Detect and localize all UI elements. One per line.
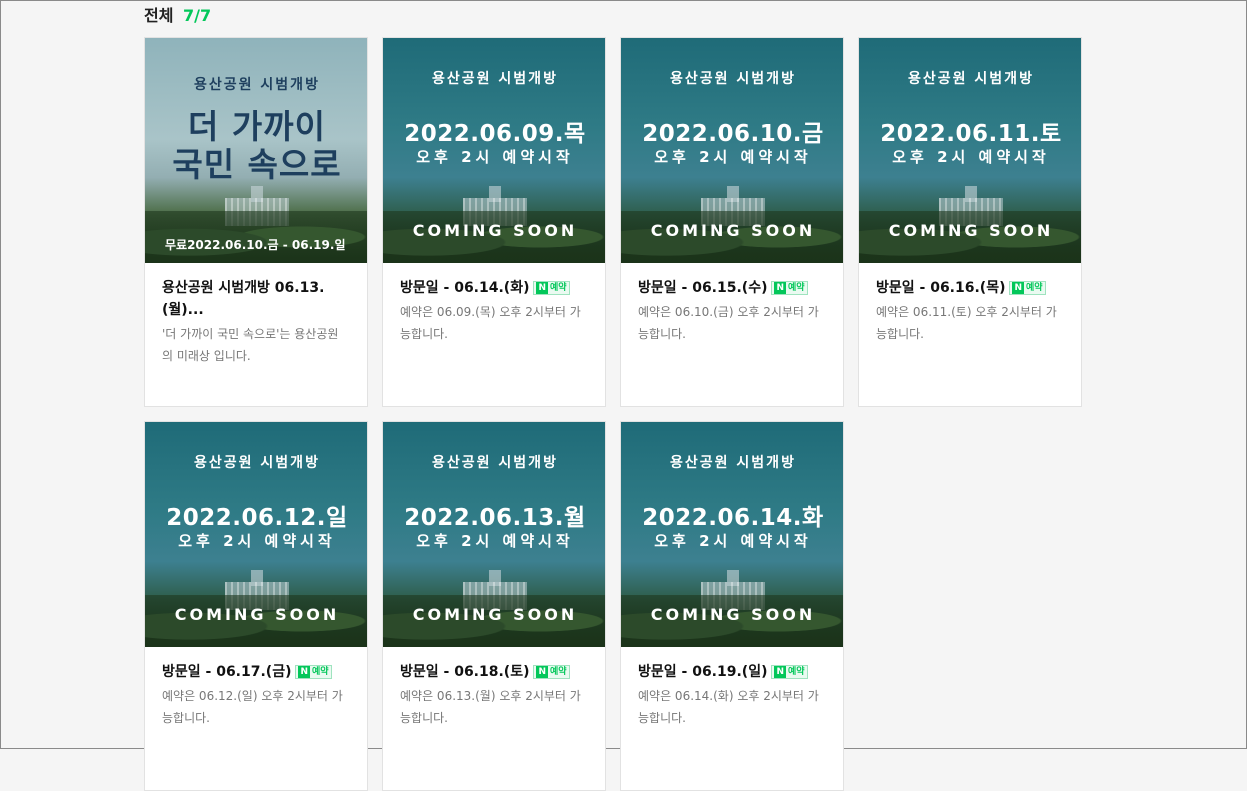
badge-label: 예약 xyxy=(550,283,567,293)
product-card[interactable]: 용산공원 시범개방 더 가까이 국민 속으로 무료2022.06.10.금 - … xyxy=(144,37,368,407)
thumb-date: 2022.06.12.일 xyxy=(166,505,348,531)
product-thumbnail[interactable]: 용산공원 시범개방 2022.06.10.금 오후 2시 예약시작 COMING… xyxy=(621,38,843,263)
badge-label: 예약 xyxy=(550,667,567,677)
naver-n-icon: N xyxy=(1012,282,1025,294)
product-card[interactable]: 용산공원 시범개방 2022.06.11.토 오후 2시 예약시작 COMING… xyxy=(858,37,1082,407)
product-title[interactable]: 방문일 - 06.18.(토) N 예약 xyxy=(400,661,587,683)
product-desc: 예약은 06.11.(토) 오후 2시부터 가능합니다. xyxy=(876,305,1057,341)
thumb-coming-soon: COMING SOON xyxy=(650,605,816,624)
product-card[interactable]: 용산공원 시범개방 2022.06.14.화 오후 2시 예약시작 COMING… xyxy=(620,421,844,791)
reservation-badge: N 예약 xyxy=(533,281,570,295)
product-thumbnail[interactable]: 용산공원 시범개방 2022.06.12.일 오후 2시 예약시작 COMING… xyxy=(145,422,367,647)
naver-n-icon: N xyxy=(536,666,549,678)
category-label: 전체 xyxy=(144,6,174,25)
badge-label: 예약 xyxy=(312,667,329,677)
product-thumbnail[interactable]: 용산공원 시범개방 2022.06.14.화 오후 2시 예약시작 COMING… xyxy=(621,422,843,647)
thumb-date: 2022.06.11.토 xyxy=(880,121,1062,147)
product-desc: 예약은 06.13.(월) 오후 2시부터 가능합니다. xyxy=(400,689,581,725)
reservation-badge: N 예약 xyxy=(771,665,808,679)
product-title[interactable]: 방문일 - 06.15.(수) N 예약 xyxy=(638,277,825,299)
thumb-park-name: 용산공원 시범개방 xyxy=(194,455,320,471)
product-title-text: 방문일 - 06.14.(화) xyxy=(400,280,530,296)
product-title[interactable]: 방문일 - 06.16.(목) N 예약 xyxy=(876,277,1063,299)
thumb-park-name: 용산공원 시범개방 xyxy=(432,455,558,471)
thumb-park-name: 용산공원 시범개방 xyxy=(908,71,1034,87)
category-count: 7/7 xyxy=(183,6,212,25)
product-desc: 예약은 06.12.(일) 오후 2시부터 가능합니다. xyxy=(162,689,343,725)
product-desc: 예약은 06.09.(목) 오후 2시부터 가능합니다. xyxy=(400,305,581,341)
thumb-coming-soon: COMING SOON xyxy=(888,221,1054,240)
thumb-date: 2022.06.10.금 xyxy=(642,121,824,147)
reservation-badge: N 예약 xyxy=(1009,281,1046,295)
product-card[interactable]: 용산공원 시범개방 2022.06.09.목 오후 2시 예약시작 COMING… xyxy=(382,37,606,407)
thumb-period: 무료2022.06.10.금 - 06.19.일 xyxy=(165,238,346,252)
product-title[interactable]: 용산공원 시범개방 06.13.(월)... xyxy=(162,277,349,321)
thumb-park-name: 용산공원 시범개방 xyxy=(432,71,558,87)
product-title-text: 방문일 - 06.16.(목) xyxy=(876,280,1006,296)
product-title-text: 방문일 - 06.17.(금) xyxy=(162,664,292,680)
thumb-slogan-line2: 국민 속으로 xyxy=(172,145,342,184)
thumb-park-name: 용산공원 시범개방 xyxy=(670,455,796,471)
thumb-park-name: 용산공원 시범개방 xyxy=(670,71,796,87)
product-title[interactable]: 방문일 - 06.14.(화) N 예약 xyxy=(400,277,587,299)
product-title[interactable]: 방문일 - 06.17.(금) N 예약 xyxy=(162,661,349,683)
thumb-coming-soon: COMING SOON xyxy=(412,605,578,624)
thumb-coming-soon: COMING SOON xyxy=(412,221,578,240)
product-card[interactable]: 용산공원 시범개방 2022.06.12.일 오후 2시 예약시작 COMING… xyxy=(144,421,368,791)
naver-n-icon: N xyxy=(774,282,787,294)
product-thumbnail[interactable]: 용산공원 시범개방 2022.06.11.토 오후 2시 예약시작 COMING… xyxy=(859,38,1081,263)
thumb-time: 오후 2시 예약시작 xyxy=(416,532,574,550)
thumb-date: 2022.06.14.화 xyxy=(642,505,824,531)
reservation-badge: N 예약 xyxy=(533,665,570,679)
product-thumbnail[interactable]: 용산공원 시범개방 2022.06.13.월 오후 2시 예약시작 COMING… xyxy=(383,422,605,647)
naver-n-icon: N xyxy=(536,282,549,294)
product-desc: 예약은 06.14.(화) 오후 2시부터 가능합니다. xyxy=(638,689,819,725)
product-title-text: 방문일 - 06.15.(수) xyxy=(638,280,768,296)
badge-label: 예약 xyxy=(1026,283,1043,293)
thumb-time: 오후 2시 예약시작 xyxy=(178,532,336,550)
product-title-text: 방문일 - 06.19.(일) xyxy=(638,664,768,680)
thumb-park-name: 용산공원 시범개방 xyxy=(194,77,320,93)
naver-n-icon: N xyxy=(774,666,787,678)
thumb-date: 2022.06.13.월 xyxy=(404,505,586,531)
reservation-badge: N 예약 xyxy=(771,281,808,295)
product-thumbnail[interactable]: 용산공원 시범개방 더 가까이 국민 속으로 무료2022.06.10.금 - … xyxy=(145,38,367,263)
product-thumbnail[interactable]: 용산공원 시범개방 2022.06.09.목 오후 2시 예약시작 COMING… xyxy=(383,38,605,263)
product-desc: 예약은 06.10.(금) 오후 2시부터 가능합니다. xyxy=(638,305,819,341)
badge-label: 예약 xyxy=(788,667,805,677)
thumb-coming-soon: COMING SOON xyxy=(650,221,816,240)
thumb-time: 오후 2시 예약시작 xyxy=(416,148,574,166)
product-desc: '더 가까이 국민 속으로'는 용산공원의 미래상 입니다. xyxy=(162,327,339,363)
product-card[interactable]: 용산공원 시범개방 2022.06.10.금 오후 2시 예약시작 COMING… xyxy=(620,37,844,407)
thumb-time: 오후 2시 예약시작 xyxy=(892,148,1050,166)
naver-n-icon: N xyxy=(298,666,311,678)
thumb-coming-soon: COMING SOON xyxy=(174,605,340,624)
category-header: 전체 7/7 xyxy=(144,2,211,26)
product-card[interactable]: 용산공원 시범개방 2022.06.13.월 오후 2시 예약시작 COMING… xyxy=(382,421,606,791)
product-title-text: 방문일 - 06.18.(토) xyxy=(400,664,530,680)
thumb-date: 2022.06.09.목 xyxy=(404,121,586,147)
badge-label: 예약 xyxy=(788,283,805,293)
product-title[interactable]: 방문일 - 06.19.(일) N 예약 xyxy=(638,661,825,683)
thumb-time: 오후 2시 예약시작 xyxy=(654,148,812,166)
thumb-time: 오후 2시 예약시작 xyxy=(654,532,812,550)
reservation-badge: N 예약 xyxy=(295,665,332,679)
